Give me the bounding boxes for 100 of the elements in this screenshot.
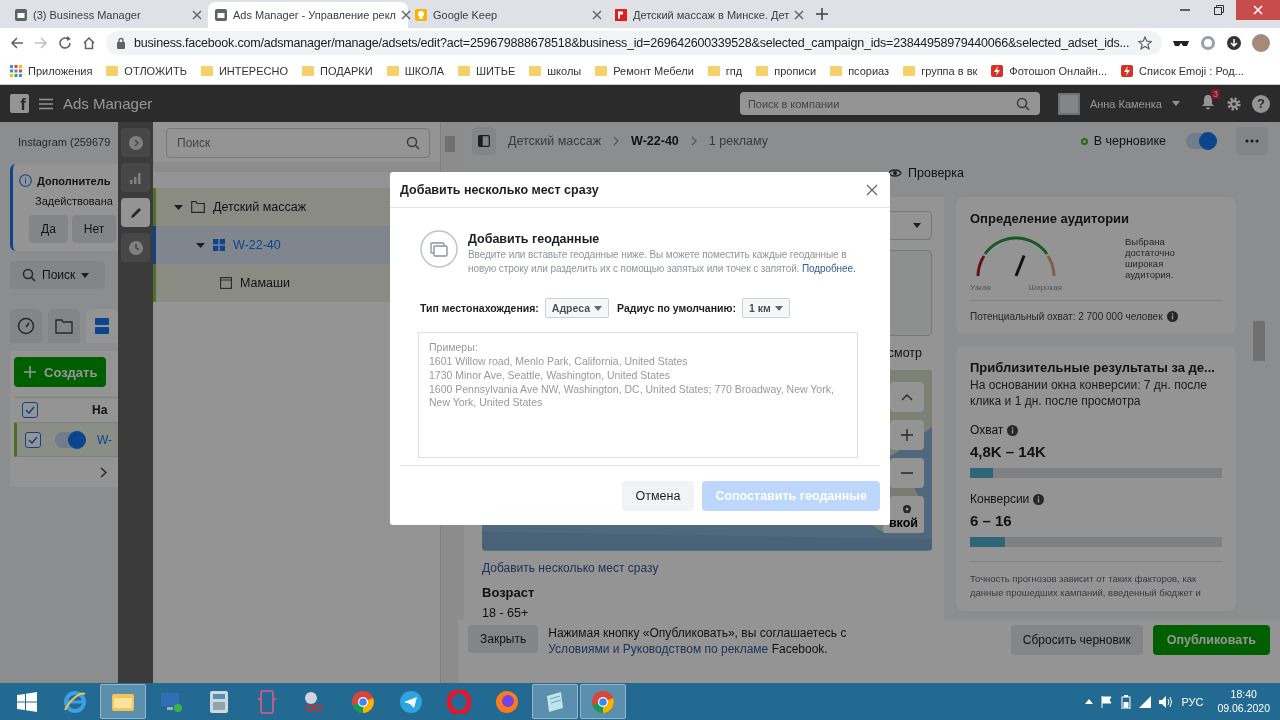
folder-icon (830, 65, 843, 77)
volume-icon[interactable] (1159, 695, 1174, 708)
answer-button[interactable]: Да (29, 215, 68, 243)
battery-icon[interactable] (1121, 694, 1132, 709)
bookmark-link[interactable]: Фотошоп Онлайн... (1009, 65, 1108, 77)
user-name[interactable]: Анна Каменка (1089, 97, 1162, 110)
browser-tab[interactable]: Google Keep (408, 2, 608, 28)
field-label: Тип местонахождения: (420, 302, 539, 314)
bookmark-link[interactable]: ИНТЕРЕСНО (218, 65, 288, 77)
bookmark-link[interactable]: Список Emoji : Род... (1139, 65, 1244, 77)
settings-icon[interactable] (1226, 95, 1242, 112)
expand-caret-icon[interactable] (174, 202, 183, 212)
page-avatar[interactable] (1057, 92, 1080, 115)
browser-tab[interactable]: Детский массаж в Минске. Дет (608, 2, 808, 28)
tool-button[interactable] (121, 128, 150, 157)
bookmark-link[interactable]: ШИТЬЕ (476, 65, 516, 77)
bookmark-link[interactable]: ПОДАРКИ (319, 65, 373, 77)
help-button[interactable]: ? (1252, 94, 1270, 113)
terms-link[interactable]: Условиями и Руководством по рекламе (548, 642, 769, 657)
caret-icon (774, 305, 783, 311)
bookmark-link[interactable]: ШКОЛА (404, 65, 444, 77)
consent-text: Нажимая кнопку «Опубликовать», вы соглашаетесь с Условиями и Руководством по рекламе Facebook. (548, 625, 848, 658)
toggle-switch[interactable] (55, 431, 85, 448)
taskbar-app[interactable] (100, 684, 146, 719)
apps-icon (10, 65, 22, 77)
scrollbar[interactable] (1253, 321, 1265, 361)
toggle-switch[interactable] (1186, 133, 1216, 149)
address-bar[interactable]: business.facebook.com/adsmanager/manage/adsets/edit?act=259679888678518&business_id=269642600339528&selected_campaign_ids=23844958979440066&selected_adset_ids... (106, 31, 1162, 55)
browser-tab[interactable]: Ads Manager - Управление рекл (208, 2, 408, 28)
search-icon (22, 268, 36, 282)
card-title: Приблизительные результаты за де... (970, 360, 1216, 375)
reload-icon[interactable] (58, 36, 72, 50)
tool-button[interactable] (121, 198, 150, 227)
bookmark-link[interactable]: гпд (725, 65, 743, 77)
view-tab[interactable] (10, 309, 42, 343)
search-field[interactable]: Поиск в компании (739, 92, 1040, 115)
search-icon (406, 136, 420, 150)
close-icon[interactable] (192, 10, 202, 20)
horizontal-scrollbar[interactable] (153, 162, 440, 172)
cancel-button[interactable]: Отмена (621, 480, 695, 511)
taskbar-app[interactable] (580, 684, 626, 719)
bookmark-link[interactable]: группа в вк (921, 65, 978, 77)
bar-chart-icon (128, 170, 143, 185)
browser-tab[interactable]: (3) Business Manager (8, 2, 208, 28)
clock-date[interactable]: 09.06.2020 (1217, 701, 1270, 716)
expand-caret-icon[interactable] (196, 240, 205, 250)
back-icon[interactable] (10, 36, 24, 50)
reset-draft-button[interactable]: Сбросить черновик (1010, 625, 1143, 655)
sidebar-toggle-button[interactable] (472, 127, 496, 155)
close-icon[interactable] (794, 10, 805, 20)
new-tab-icon[interactable] (816, 8, 828, 20)
taskbar-app[interactable] (532, 684, 578, 719)
view-tab[interactable] (48, 309, 80, 343)
add-places-link[interactable]: Добавить несколько мест сразу (482, 561, 932, 575)
close-icon[interactable] (401, 10, 411, 20)
profile-avatar[interactable] (1252, 34, 1270, 52)
sidebar-icon (478, 135, 490, 147)
breadcrumb-link[interactable]: 1 рекламу (708, 134, 768, 148)
bookmark-link[interactable]: Приложения (28, 65, 93, 77)
chevron-right-icon[interactable] (100, 466, 107, 478)
answer-button[interactable]: Нет (71, 215, 117, 243)
close-icon[interactable] (592, 10, 602, 20)
clock-icon (128, 240, 143, 255)
home-icon[interactable] (82, 36, 96, 50)
close-button[interactable]: Закрыть (468, 625, 539, 653)
bulb-icon (414, 8, 428, 22)
restore-icon (1214, 5, 1224, 15)
breadcrumb-link[interactable]: W-22-40 (631, 134, 679, 148)
bookmark-link[interactable]: псориаз (848, 65, 890, 77)
search-field[interactable]: Поиск (166, 128, 430, 158)
status-text: В черновике (1093, 134, 1166, 148)
tool-button[interactable] (121, 233, 150, 262)
bookmark-link[interactable]: ОТЛОЖИТЬ (124, 65, 187, 77)
location-type-select[interactable]: Адреса (544, 298, 610, 318)
chevron-up-icon[interactable] (1085, 699, 1094, 704)
view-tab[interactable] (86, 309, 118, 343)
bookmark-link[interactable]: школы (547, 65, 582, 77)
learn-more-link[interactable]: Подробнее. (802, 263, 856, 274)
download-icon[interactable] (1226, 35, 1242, 51)
star-icon[interactable] (1138, 36, 1152, 50)
menu-icon[interactable] (39, 97, 53, 110)
language-indicator[interactable]: РУС (1181, 695, 1204, 708)
minimize-icon (1180, 9, 1190, 11)
flag-icon[interactable] (1101, 695, 1114, 708)
locations-input[interactable]: Примеры: 1601 Willow road, Menlo Park, California, United States 1730 Minor Ave, Seattle, Washington, United States 1600 Pennsylvania Ave NW, Washington, DC, United States; 770 Broadway, New York, New York, United States (418, 332, 858, 458)
tool-button[interactable] (121, 163, 150, 192)
breadcrumb-link[interactable]: Детский массаж (508, 134, 602, 148)
review-tab[interactable]: Проверка (882, 164, 970, 181)
search-button[interactable]: Поиск (10, 261, 105, 289)
signal-icon[interactable] (1139, 695, 1152, 708)
folder-icon (191, 201, 205, 213)
checkbox[interactable] (22, 402, 38, 418)
bookmark-link[interactable]: прописи (774, 65, 817, 77)
radius-select[interactable]: 1 км (741, 298, 790, 318)
bookmark-link[interactable]: Ремонт Мебели (613, 65, 694, 77)
zoom-in-button[interactable] (890, 420, 924, 451)
checkbox[interactable] (25, 431, 41, 448)
account-name[interactable]: Instagram (259679 (10, 132, 118, 156)
clock-time[interactable]: 18:40 (1230, 687, 1257, 702)
zoom-out-button[interactable] (890, 458, 924, 489)
